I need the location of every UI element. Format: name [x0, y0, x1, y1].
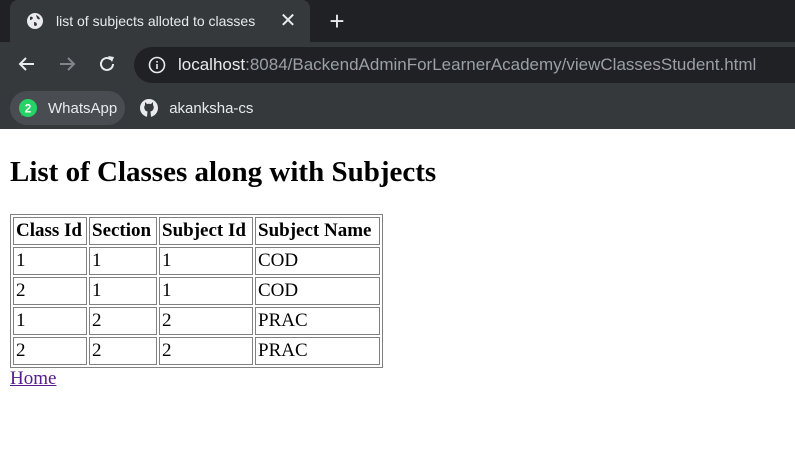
- column-header: Class Id: [13, 217, 87, 245]
- table-cell: 1: [89, 277, 157, 305]
- table-cell: 1: [159, 247, 253, 275]
- address-bar[interactable]: localhost:8084/BackendAdminForLearnerAca…: [134, 47, 795, 83]
- table-cell: 1: [13, 307, 87, 335]
- arrow-right-icon: [60, 57, 76, 71]
- whatsapp-icon: 2: [18, 98, 38, 118]
- table-row: 1 2 2 PRAC: [13, 307, 380, 335]
- table-cell: COD: [255, 277, 380, 305]
- whatsapp-badge: 2: [25, 102, 32, 116]
- close-tab-icon[interactable]: ✕: [278, 11, 298, 31]
- bookmark-whatsapp[interactable]: 2 WhatsApp: [10, 91, 126, 125]
- bookmarks-bar: 2 WhatsApp akanksha-cs: [0, 87, 795, 129]
- globe-icon: [26, 12, 44, 30]
- forward-button[interactable]: [55, 52, 79, 76]
- classes-table: Class Id Section Subject Id Subject Name…: [10, 214, 383, 368]
- bookmark-github[interactable]: akanksha-cs: [131, 91, 261, 125]
- table-row: 1 1 1 COD: [13, 247, 380, 275]
- home-link[interactable]: Home: [10, 368, 56, 390]
- info-icon[interactable]: [148, 56, 166, 74]
- table-cell: 2: [159, 307, 253, 335]
- browser-chrome: list of subjects alloted to classes ✕ +: [0, 0, 795, 129]
- table-cell: COD: [255, 247, 380, 275]
- table-cell: 1: [89, 247, 157, 275]
- table-row: 2 2 2 PRAC: [13, 337, 380, 365]
- table-cell: 2: [13, 277, 87, 305]
- table-cell: PRAC: [255, 337, 380, 365]
- table-cell: 1: [159, 277, 253, 305]
- table-cell: 2: [13, 337, 87, 365]
- new-tab-button[interactable]: +: [326, 8, 348, 34]
- bookmark-label: WhatsApp: [48, 99, 118, 117]
- url-text: localhost:8084/BackendAdminForLearnerAca…: [178, 55, 756, 75]
- url-host: localhost: [178, 55, 246, 74]
- column-header: Section: [89, 217, 157, 245]
- page-content: List of Classes along with Subjects Clas…: [0, 155, 795, 390]
- table-cell: 2: [159, 337, 253, 365]
- table-cell: 2: [89, 307, 157, 335]
- table-cell: 2: [89, 337, 157, 365]
- column-header: Subject Name: [255, 217, 380, 245]
- reload-icon: [100, 56, 114, 71]
- table-row: 2 1 1 COD: [13, 277, 380, 305]
- tab-title: list of subjects alloted to classes: [56, 13, 256, 29]
- github-icon: [139, 98, 159, 118]
- toolbar: localhost:8084/BackendAdminForLearnerAca…: [0, 42, 795, 87]
- back-button[interactable]: [15, 52, 39, 76]
- table-cell: PRAC: [255, 307, 380, 335]
- active-tab[interactable]: list of subjects alloted to classes ✕: [10, 0, 310, 42]
- reload-button[interactable]: [95, 52, 119, 76]
- arrow-left-icon: [18, 57, 34, 71]
- column-header: Subject Id: [159, 217, 253, 245]
- table-header-row: Class Id Section Subject Id Subject Name: [13, 217, 380, 245]
- table-cell: 1: [13, 247, 87, 275]
- page-title: List of Classes along with Subjects: [10, 156, 437, 188]
- url-path: :8084/BackendAdminForLearnerAcademy/view…: [245, 55, 757, 74]
- tab-strip: list of subjects alloted to classes ✕ +: [0, 0, 795, 42]
- bookmark-label: akanksha-cs: [169, 99, 254, 117]
